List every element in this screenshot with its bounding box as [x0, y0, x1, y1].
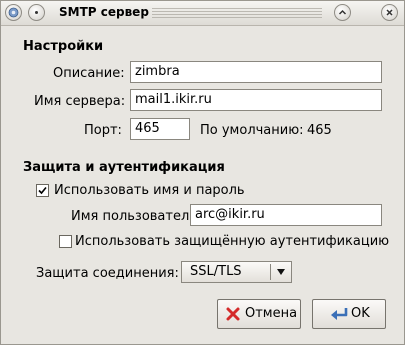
- title-grip: [152, 8, 322, 18]
- dropdown-arrow-icon: [277, 269, 285, 275]
- cancel-icon: [226, 307, 240, 321]
- use-name-password-checkbox[interactable]: [36, 184, 49, 197]
- window-menu-button[interactable]: [5, 4, 22, 21]
- combo-separator: [270, 264, 271, 280]
- checkmark-icon: [38, 186, 47, 195]
- default-port-label: По умолчанию:: [200, 123, 304, 138]
- secure-auth-label[interactable]: Использовать защищённую аутентификацию: [75, 234, 389, 249]
- connection-security-label: Защита соединения:: [36, 266, 179, 281]
- description-field[interactable]: zimbra: [130, 61, 382, 83]
- settings-header: Настройки: [23, 39, 104, 54]
- enter-arrow-icon: [331, 308, 348, 320]
- server-name-field[interactable]: mail1.ikir.ru: [130, 89, 382, 111]
- secure-auth-checkbox[interactable]: [59, 235, 72, 248]
- ok-button[interactable]: OK: [312, 299, 386, 329]
- connection-security-select[interactable]: SSL/TLS: [181, 261, 292, 283]
- window-menu-icon: [8, 7, 19, 18]
- ok-label: OK: [351, 306, 370, 321]
- title-bar[interactable]: SMTP сервер: [1, 1, 404, 26]
- window-title: SMTP сервер: [59, 5, 149, 19]
- username-label: Имя пользователя:: [71, 209, 202, 224]
- shade-button[interactable]: [28, 4, 45, 21]
- close-icon: [386, 9, 393, 16]
- connection-security-value: SSL/TLS: [190, 264, 242, 279]
- chevron-up-icon: [338, 9, 347, 15]
- close-button[interactable]: [381, 4, 398, 21]
- cancel-label: Отмена: [245, 306, 298, 321]
- username-field[interactable]: arc@ikir.ru: [190, 204, 382, 226]
- dot-icon: [35, 11, 38, 14]
- use-name-password-label[interactable]: Использовать имя и пароль: [54, 183, 245, 198]
- description-label: Описание:: [53, 66, 125, 81]
- port-field[interactable]: 465: [130, 118, 190, 140]
- minimize-button[interactable]: [334, 4, 351, 21]
- security-header: Защита и аутентификация: [23, 160, 225, 175]
- smtp-server-dialog: SMTP сервер Настройки Описание: zimbra И…: [0, 0, 405, 345]
- port-label: Порт:: [84, 123, 122, 138]
- server-name-label: Имя сервера:: [34, 94, 126, 109]
- default-port-value: 465: [307, 123, 332, 138]
- cancel-button[interactable]: Отмена: [217, 299, 301, 329]
